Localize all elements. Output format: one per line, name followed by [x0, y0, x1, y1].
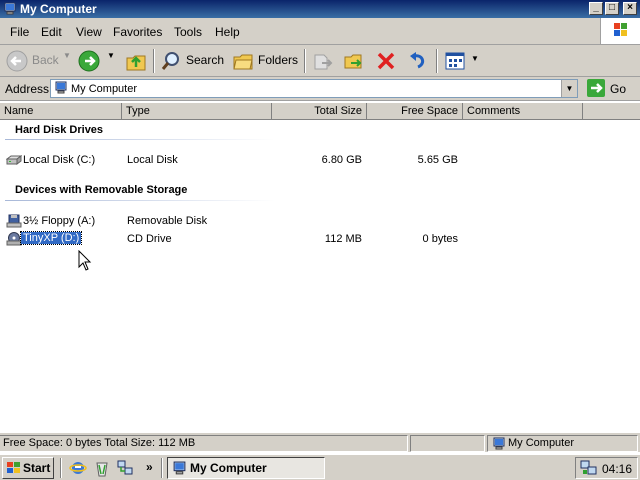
column-header-comments[interactable]: Comments	[463, 103, 583, 120]
recycle-bin-icon[interactable]	[93, 459, 111, 477]
item-name: TinyXP (D:)	[19, 231, 83, 245]
menu-bar: File Edit View Favorites Tools Help	[0, 18, 640, 45]
item-name: 3½ Floppy (A:)	[23, 215, 96, 227]
status-zone: My Computer	[487, 435, 638, 452]
item-free-space: 0 bytes	[422, 233, 458, 245]
group-title-hard-disk: Hard Disk Drives	[15, 124, 104, 136]
menu-tools[interactable]: Tools	[174, 25, 202, 39]
toolbar: Back ▼ ▼ Search Folders ▼	[0, 45, 640, 77]
views-button[interactable]: ▼	[442, 48, 479, 74]
windows-logo-icon	[600, 18, 640, 44]
status-text: Free Space: 0 bytes Total Size: 112 MB	[0, 435, 408, 452]
folders-icon	[233, 54, 253, 70]
start-button[interactable]: Start	[2, 457, 54, 479]
delete-button[interactable]	[373, 48, 399, 74]
taskbar-item-my-computer[interactable]: My Computer	[167, 457, 325, 479]
go-label: Go	[610, 82, 627, 96]
back-label: Back	[32, 53, 59, 67]
taskbar: Start » My Computer 04:16	[0, 454, 640, 480]
group-divider	[5, 139, 275, 140]
list-item[interactable]: Local Disk (C:) Local Disk 6.80 GB 5.65 …	[0, 152, 640, 168]
forward-arrow-icon	[78, 50, 100, 72]
address-label: Address	[5, 82, 50, 96]
windows-flag-icon	[7, 462, 20, 473]
clock[interactable]: 04:16	[602, 462, 632, 476]
start-label: Start	[23, 461, 51, 475]
column-header-free-space[interactable]: Free Space	[367, 103, 463, 120]
item-free-space: 5.65 GB	[417, 154, 458, 166]
floppy-drive-icon	[6, 214, 22, 228]
undo-icon	[410, 52, 425, 69]
status-zone-label: My Computer	[508, 437, 575, 449]
window-title: My Computer	[20, 2, 97, 16]
back-button[interactable]: Back	[4, 48, 64, 74]
column-header-name[interactable]: Name	[0, 103, 122, 120]
quick-launch-chevron[interactable]: »	[146, 460, 153, 474]
item-type: CD Drive	[127, 233, 172, 245]
list-item-selected[interactable]: TinyXP (D:) CD Drive 112 MB 0 bytes	[0, 231, 640, 247]
minimize-button[interactable]: _	[589, 2, 603, 15]
search-button[interactable]: Search	[158, 48, 226, 74]
forward-dropdown-icon[interactable]: ▼	[107, 51, 115, 60]
close-button[interactable]: ×	[623, 2, 637, 15]
menu-favorites[interactable]: Favorites	[113, 25, 162, 39]
title-bar[interactable]: My Computer _ □ ×	[0, 0, 640, 18]
go-button[interactable]: Go	[585, 79, 637, 98]
maximize-button[interactable]: □	[605, 2, 619, 15]
my-computer-icon	[173, 461, 186, 475]
my-computer-icon	[4, 2, 16, 15]
folders-label: Folders	[258, 53, 299, 67]
search-label: Search	[186, 53, 225, 67]
menu-edit[interactable]: Edit	[41, 25, 62, 39]
my-computer-icon	[55, 81, 67, 94]
cd-drive-icon	[6, 232, 22, 246]
search-icon	[161, 52, 179, 70]
status-middle	[410, 435, 485, 452]
list-item[interactable]: 3½ Floppy (A:) Removable Disk	[0, 213, 640, 229]
item-name: Local Disk (C:)	[23, 154, 96, 166]
go-arrow-icon	[587, 79, 605, 97]
item-type: Local Disk	[127, 154, 178, 166]
group-divider	[5, 200, 275, 201]
column-header-type[interactable]: Type	[122, 103, 272, 120]
network-icon[interactable]	[116, 459, 134, 477]
up-folder-icon	[126, 55, 146, 71]
taskbar-item-label: My Computer	[190, 461, 267, 475]
internet-explorer-icon[interactable]	[69, 459, 87, 477]
status-bar: Free Space: 0 bytes Total Size: 112 MB M…	[0, 432, 640, 452]
delete-icon	[377, 52, 395, 70]
views-icon	[445, 52, 465, 70]
network-connection-icon[interactable]	[580, 460, 598, 476]
mouse-cursor-icon	[78, 250, 92, 271]
group-title-removable: Devices with Removable Storage	[15, 184, 188, 196]
move-to-icon	[314, 54, 333, 70]
undo-button[interactable]	[405, 48, 431, 74]
menu-file[interactable]: File	[10, 25, 29, 39]
forward-button[interactable]	[76, 48, 104, 74]
column-header-total-size[interactable]: Total Size	[272, 103, 367, 120]
views-dropdown-icon: ▼	[471, 54, 479, 63]
my-computer-icon	[493, 437, 505, 450]
folders-button[interactable]: Folders	[230, 48, 300, 74]
address-bar: Address My Computer ▼ Go	[0, 77, 640, 101]
address-dropdown-button[interactable]: ▼	[561, 80, 577, 97]
file-list: Hard Disk Drives Local Disk (C:) Local D…	[0, 120, 640, 432]
back-dropdown-icon[interactable]: ▼	[63, 51, 71, 60]
move-to-button[interactable]	[310, 48, 336, 74]
column-header-filler	[583, 103, 640, 120]
menu-help[interactable]: Help	[215, 25, 240, 39]
item-total-size: 112 MB	[324, 233, 362, 245]
back-arrow-icon	[6, 50, 28, 72]
column-headers: Name Type Total Size Free Space Comments	[0, 103, 640, 120]
up-folder-button[interactable]	[122, 48, 150, 74]
address-value: My Computer	[71, 83, 138, 95]
hard-disk-icon	[6, 155, 22, 165]
item-type: Removable Disk	[127, 215, 208, 227]
menu-view[interactable]: View	[76, 25, 102, 39]
address-input[interactable]: My Computer ▼	[50, 79, 578, 98]
copy-to-icon	[344, 54, 362, 69]
item-total-size: 6.80 GB	[321, 154, 362, 166]
system-tray: 04:16	[575, 457, 638, 479]
copy-to-button[interactable]	[340, 48, 366, 74]
